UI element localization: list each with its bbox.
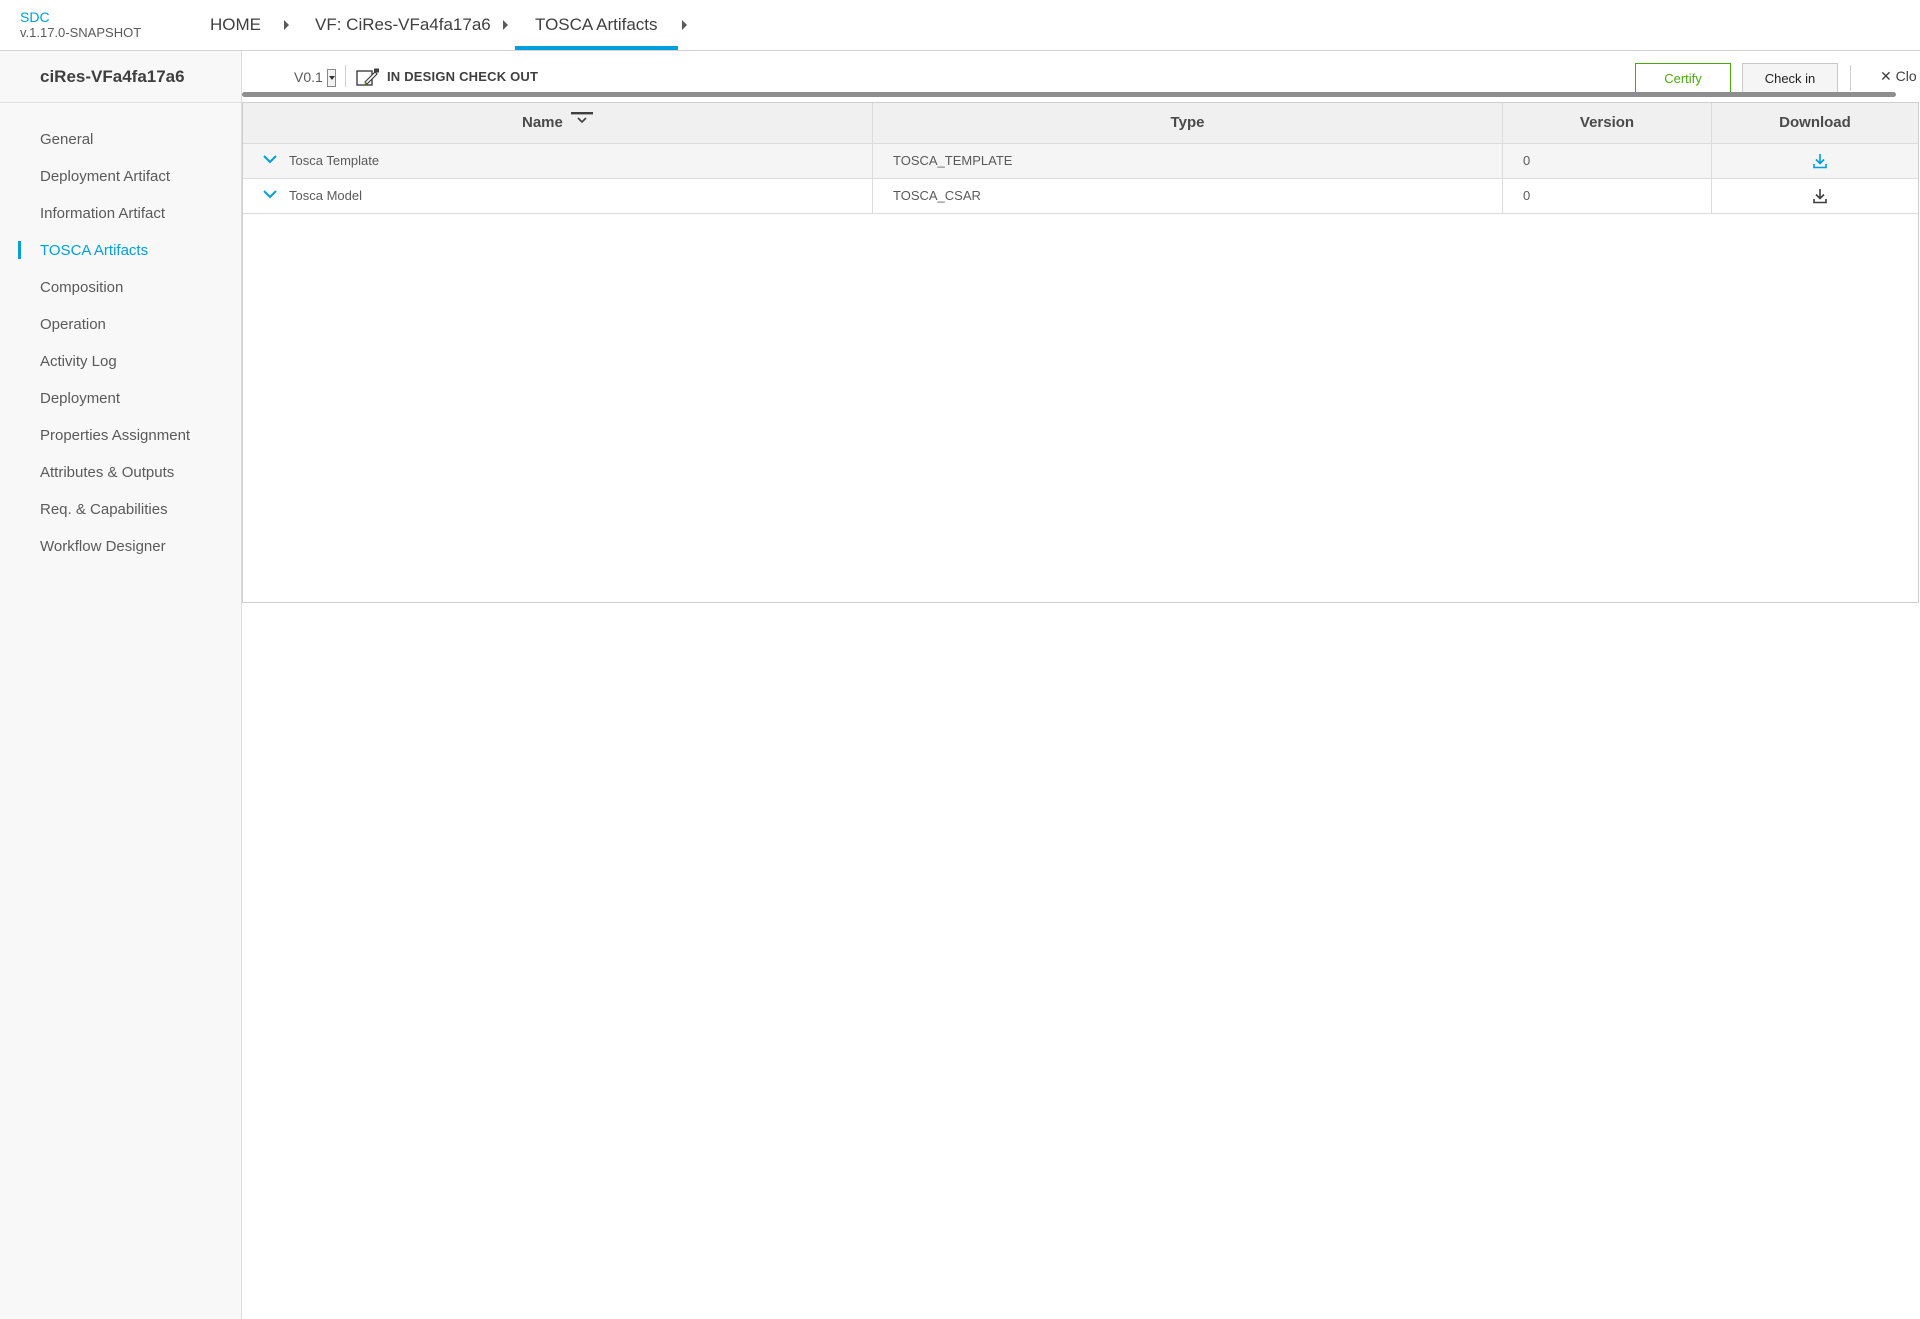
- artifact-name-cell: Tosca Model: [243, 179, 873, 213]
- sidebar-item-information-artifact[interactable]: Information Artifact: [0, 195, 241, 232]
- horizontal-scrollbar[interactable]: [242, 92, 1896, 97]
- sidebar-item-deployment-artifact[interactable]: Deployment Artifact: [0, 158, 241, 195]
- chevron-down-icon[interactable]: [263, 154, 277, 164]
- breadcrumb-home[interactable]: HOME: [210, 0, 261, 50]
- breadcrumb-vf[interactable]: VF: CiRes-VFa4fa17a6: [315, 0, 491, 50]
- sort-icon[interactable]: [571, 112, 594, 126]
- sidebar-item-workflow-designer[interactable]: Workflow Designer: [0, 528, 241, 565]
- sidebar-item-properties-assignment[interactable]: Properties Assignment: [0, 417, 241, 454]
- artifact-name: Tosca Template: [289, 153, 380, 168]
- column-header-name[interactable]: Name: [243, 103, 873, 143]
- sidebar-item-operation[interactable]: Operation: [0, 306, 241, 343]
- column-header-type[interactable]: Type: [873, 103, 1503, 143]
- brand[interactable]: SDC v.1.17.0-SNAPSHOT: [20, 9, 141, 41]
- sidebar-item-general[interactable]: General: [0, 121, 241, 158]
- column-header-label: Name: [521, 114, 563, 131]
- artifact-name: Tosca Model: [289, 188, 362, 203]
- toolbar-divider: [345, 65, 346, 87]
- toolbar-divider: [1850, 65, 1851, 91]
- sidebar-item-req-capabilities[interactable]: Req. & Capabilities: [0, 491, 241, 528]
- left-sidebar: ciRes-VFa4fa17a6 General Deployment Arti…: [0, 51, 242, 1319]
- sidebar-item-deployment[interactable]: Deployment: [0, 380, 241, 417]
- app-version: v.1.17.0-SNAPSHOT: [20, 25, 142, 40]
- download-cell: [1712, 179, 1918, 213]
- check-in-button[interactable]: Check in: [1742, 63, 1838, 93]
- workspace-toolbar: V0.1 IN DESIGN CHECK OUT Certify Check i…: [242, 51, 1920, 94]
- breadcrumb-caret-icon: [284, 20, 289, 30]
- table-row[interactable]: Tosca Model TOSCA_CSAR 0: [243, 179, 1918, 214]
- close-icon: ✕: [1880, 68, 1892, 84]
- breadcrumb-caret-icon[interactable]: [682, 20, 687, 30]
- close-label: Clo: [1895, 68, 1917, 84]
- top-navigation-bar: SDC v.1.17.0-SNAPSHOT HOME VF: CiRes-VFa…: [0, 0, 1920, 51]
- sidebar-item-activity-log[interactable]: Activity Log: [0, 343, 241, 380]
- artifact-version: 0: [1503, 179, 1712, 213]
- sidebar-item-composition[interactable]: Composition: [0, 269, 241, 306]
- column-header-download: Download: [1779, 114, 1851, 131]
- version-value: V0.1: [294, 69, 323, 85]
- version-select[interactable]: V0.1: [294, 68, 336, 88]
- sidebar-title: ciRes-VFa4fa17a6: [0, 51, 241, 103]
- chevron-down-icon[interactable]: [263, 189, 277, 199]
- column-header-version[interactable]: Version: [1503, 103, 1712, 143]
- artifact-version: 0: [1503, 144, 1712, 178]
- app-name: SDC: [20, 9, 50, 25]
- artifact-type: TOSCA_TEMPLATE: [873, 144, 1503, 178]
- sidebar-menu: General Deployment Artifact Information …: [0, 121, 241, 565]
- download-icon[interactable]: [1812, 188, 1828, 204]
- sidebar-item-attributes-outputs[interactable]: Attributes & Outputs: [0, 454, 241, 491]
- lifecycle-status: IN DESIGN CHECK OUT: [387, 69, 539, 84]
- artifact-name-cell: Tosca Template: [243, 144, 873, 178]
- chevron-down-icon[interactable]: [326, 69, 336, 88]
- breadcrumb-caret-icon: [503, 20, 508, 30]
- certify-button[interactable]: Certify: [1635, 63, 1731, 93]
- tosca-artifacts-table: Name Type Version Download Tosca Templat…: [242, 102, 1919, 603]
- close-button[interactable]: ✕ Clo: [1880, 68, 1920, 85]
- sidebar-item-tosca-artifacts[interactable]: TOSCA Artifacts: [0, 232, 241, 269]
- breadcrumb-tosca-artifacts[interactable]: TOSCA Artifacts: [515, 0, 678, 50]
- download-icon[interactable]: [1812, 153, 1828, 169]
- edit-checkout-icon: [356, 68, 379, 86]
- download-cell: [1712, 144, 1918, 178]
- artifact-type: TOSCA_CSAR: [873, 179, 1503, 213]
- table-header: Name Type Version Download: [243, 103, 1918, 144]
- table-row[interactable]: Tosca Template TOSCA_TEMPLATE 0: [243, 144, 1918, 179]
